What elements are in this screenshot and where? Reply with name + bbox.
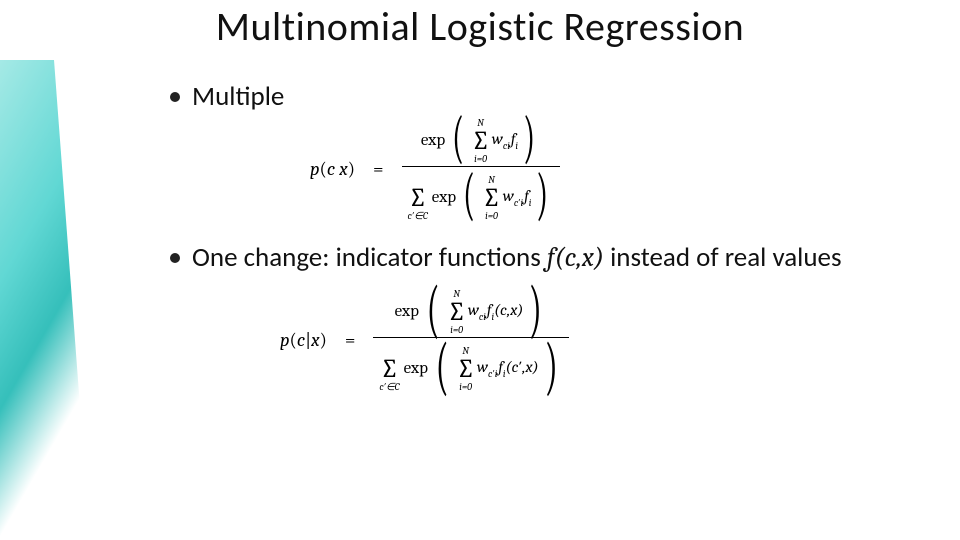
eq1-num-term: wci fi — [492, 130, 518, 151]
exp-fn: exp — [421, 131, 445, 150]
eq1-denominator: ∑ c′∈C exp ( N ∑ i=0 wc′i fi ) — [408, 175, 554, 221]
equals-sign: = — [345, 329, 356, 351]
eq2-num-term: wci fi(c,x) — [468, 301, 524, 322]
equation-1: p(c x) = exp ( N ∑ i=0 wci fi — [310, 116, 890, 223]
sum-icon: N ∑ i=0 — [482, 175, 500, 221]
sum-lower: i=0 — [474, 154, 487, 164]
eq2-denominator: ∑ c′∈C exp ( N ∑ i=0 wc′i fi(c′,x) — [379, 346, 563, 392]
bullet-2: One change: indicator functions f(c,x) i… — [170, 241, 890, 275]
eq1-numerator: exp ( N ∑ i=0 wci fi ) — [421, 118, 540, 164]
bullet-2-part-c: instead of real values — [604, 241, 842, 274]
sum-icon: N ∑ i=0 — [456, 346, 474, 392]
equals-sign: = — [373, 158, 384, 180]
bullet-dot-icon — [170, 92, 180, 102]
eq2-numerator: exp ( N ∑ i=0 wci fi(c,x) ) — [395, 289, 548, 335]
outer-sum-lower: c′∈C — [408, 211, 428, 221]
eq1-lhs: p(c x) — [310, 158, 355, 180]
bullet-1-text: Multiple — [192, 80, 284, 114]
sum-lower: i=0 — [459, 382, 472, 392]
outer-sum-lower: c′∈C — [379, 382, 399, 392]
equation-2: p(c|x) = exp ( N ∑ i=0 wci fi( — [280, 287, 890, 394]
bullet-2-text: One change: indicator functions f(c,x) i… — [192, 241, 842, 275]
accent-wedge — [0, 60, 90, 540]
slide: Multinomial Logistic Regression Multiple… — [0, 0, 960, 540]
sum-lower: i=0 — [485, 211, 498, 221]
eq1-fraction: exp ( N ∑ i=0 wci fi ) — [402, 116, 560, 223]
bullet-2-fcx: f(c,x) — [547, 242, 604, 273]
slide-title: Multinomial Logistic Regression — [0, 2, 960, 51]
content-area: Multiple p(c x) = exp ( N ∑ — [170, 80, 890, 394]
exp-fn: exp — [432, 188, 456, 207]
eq2-den-term: wc′i fi(c′,x) — [477, 358, 539, 379]
exp-fn: exp — [395, 302, 419, 321]
sum-icon: N ∑ i=0 — [471, 118, 489, 164]
bullet-dot-icon — [170, 253, 180, 263]
eq2-fraction: exp ( N ∑ i=0 wci fi(c,x) ) — [373, 287, 569, 394]
bullet-2-part-a: One change: indicator functions — [192, 241, 547, 274]
sum-icon: N ∑ i=0 — [447, 289, 465, 335]
eq1-den-term: wc′i fi — [503, 187, 532, 208]
outer-sum-icon: ∑ c′∈C — [408, 175, 428, 221]
sum-lower: i=0 — [450, 325, 463, 335]
exp-fn: exp — [404, 359, 428, 378]
outer-sum-icon: ∑ c′∈C — [379, 346, 399, 392]
eq2-lhs: p(c|x) — [280, 329, 327, 351]
